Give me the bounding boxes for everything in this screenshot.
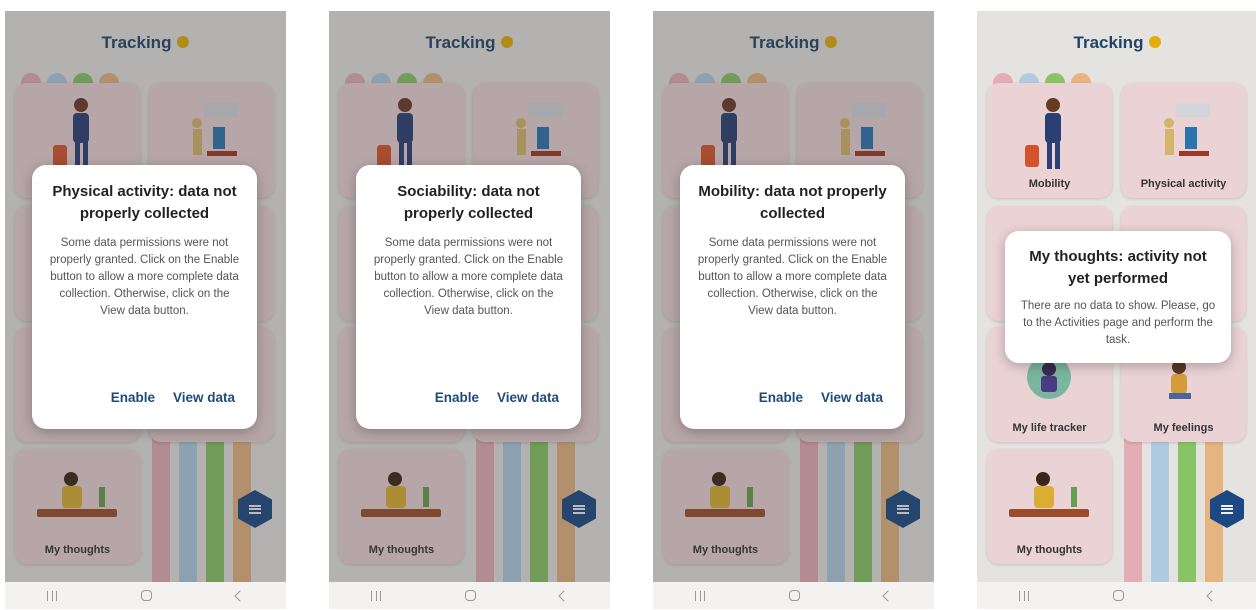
back-icon[interactable] (882, 589, 894, 602)
permission-dialog: Physical activity: data not properly col… (32, 165, 257, 429)
recent-apps-icon[interactable] (47, 590, 57, 601)
enable-button[interactable]: Enable (435, 390, 479, 405)
home-icon[interactable] (141, 590, 152, 601)
permission-dialog: Mobility: data not properly collected So… (680, 165, 905, 429)
recent-apps-icon[interactable] (371, 590, 381, 601)
system-nav-bar (653, 582, 934, 609)
info-dialog: My thoughts: activity not yet performed … (1005, 231, 1231, 363)
permission-dialog: Sociability: data not properly collected… (356, 165, 581, 429)
back-icon[interactable] (234, 589, 246, 602)
view-data-button[interactable]: View data (821, 390, 883, 405)
system-nav-bar (5, 582, 286, 609)
dialog-title: Mobility: data not properly collected (698, 183, 887, 222)
view-data-button[interactable]: View data (173, 390, 235, 405)
back-icon[interactable] (558, 589, 570, 602)
phone-screen-3: Tracking My thoughts Mobility: data not … (653, 11, 934, 609)
view-data-button[interactable]: View data (497, 390, 559, 405)
phone-screen-4: Tracking Mobility Physical activity My l… (977, 11, 1256, 609)
phone-screen-1: Tracking My thoughts Physical activity: … (5, 11, 286, 609)
dialog-title: My thoughts: activity not yet performed (1029, 248, 1207, 287)
dialog-title: Sociability: data not properly collected (397, 183, 540, 222)
dialog-message: Some data permissions were not properly … (49, 237, 240, 317)
dialog-message: Some data permissions were not properly … (697, 237, 888, 317)
enable-button[interactable]: Enable (759, 390, 803, 405)
home-icon[interactable] (465, 590, 476, 601)
dialog-message: There are no data to show. Please, go to… (1020, 300, 1216, 346)
dialog-title: Physical activity: data not properly col… (52, 183, 237, 222)
recent-apps-icon[interactable] (695, 590, 705, 601)
recent-apps-icon[interactable] (1019, 590, 1029, 601)
dialog-message: Some data permissions were not properly … (373, 237, 564, 317)
system-nav-bar (329, 582, 610, 609)
enable-button[interactable]: Enable (111, 390, 155, 405)
phone-screen-2: Tracking My thoughts Sociability: data n… (329, 11, 610, 609)
home-icon[interactable] (1113, 590, 1124, 601)
system-nav-bar (977, 582, 1256, 609)
back-icon[interactable] (1206, 589, 1218, 602)
home-icon[interactable] (789, 590, 800, 601)
